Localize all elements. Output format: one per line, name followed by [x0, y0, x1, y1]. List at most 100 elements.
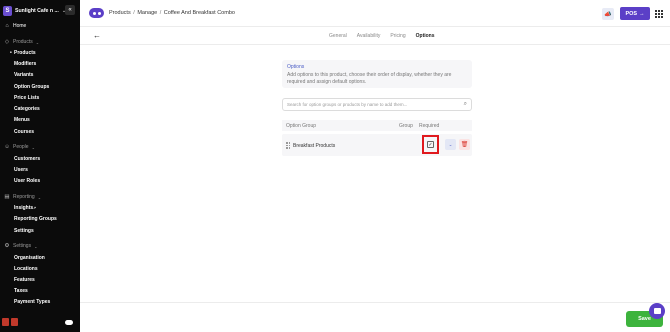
sidebar-item-variants[interactable]: Variants [0, 72, 80, 78]
options-title: Options [287, 64, 305, 70]
drag-handle-icon[interactable] [286, 142, 290, 149]
sidebar-item-categories[interactable]: Categories [0, 106, 80, 112]
chevron-down-icon: ⌄ [34, 243, 38, 249]
org-name: Sunlight Cafe n ... [15, 8, 59, 14]
column-group: Group [399, 123, 413, 129]
sidebar-item-products[interactable]: • Products [0, 50, 80, 56]
column-option-group: Option Group [286, 123, 317, 129]
sidebar-item-user-roles[interactable]: User Roles [0, 178, 80, 184]
breadcrumb: Products / Manage / Coffee And Breakfast… [109, 10, 235, 16]
breadcrumb-separator: / [159, 10, 162, 16]
sidebar-item-label: Locations [14, 266, 38, 272]
chevron-down-icon: ⌄ [31, 144, 35, 150]
sidebar-item-insights[interactable]: Insights ↗ [0, 205, 80, 211]
breadcrumb-separator: / [133, 10, 135, 16]
sidebar-section-label: Reporting [13, 194, 35, 200]
sidebar-item-label: Users [14, 167, 28, 173]
sidebar-item-label: Modifiers [14, 61, 37, 67]
expand-options-button[interactable]: ⌄ [445, 139, 456, 150]
search-icon: ⌕ [463, 101, 467, 107]
search-placeholder: Search for option groups or products by … [287, 102, 408, 107]
sidebar-item-users[interactable]: Users [0, 167, 80, 173]
tab-pricing[interactable]: Pricing [390, 33, 405, 39]
alert-icon[interactable] [11, 318, 18, 326]
tab-general[interactable]: General [329, 33, 347, 39]
sidebar-item-organisation[interactable]: Organisation [0, 255, 80, 261]
chat-support-icon[interactable] [649, 303, 665, 319]
breadcrumb-item[interactable]: Manage [137, 10, 157, 16]
sidebar-section-products[interactable]: ◇ Products ⌄ [0, 39, 80, 45]
sidebar-section-label: Settings [13, 243, 32, 249]
tab-availability[interactable]: Availability [357, 33, 381, 39]
app-logo[interactable] [89, 8, 104, 18]
sidebar-item-label: Menus [14, 117, 30, 123]
options-table-header: Option Group Group Required [282, 120, 472, 131]
megaphone-icon[interactable]: 📣 [602, 8, 614, 20]
breadcrumb-item[interactable]: Products [109, 10, 131, 16]
chevron-down-icon: ⌄ [37, 194, 42, 200]
sidebar-item-menus[interactable]: Menus [0, 117, 80, 123]
sidebar-item-modifiers[interactable]: Modifiers [0, 61, 80, 67]
sidebar-item-label: Customers [14, 156, 41, 162]
tab-options[interactable]: Options [416, 33, 435, 39]
sidebar-item-label: Categories [14, 106, 40, 112]
sidebar-item-label: Home [13, 23, 27, 29]
breadcrumb-item: Coffee And Breakfast Combo [163, 10, 235, 16]
chevron-down-icon: ⌄ [35, 39, 40, 45]
column-required: Required [419, 123, 440, 129]
sidebar-bottom-badges [2, 318, 18, 326]
apps-grid-icon[interactable] [655, 10, 663, 18]
theme-toggle[interactable] [65, 320, 73, 325]
gear-icon: ⚙ [4, 243, 10, 249]
options-description: Add options to this product, choose thei… [287, 72, 452, 85]
sidebar-item-label: Reporting Groups [14, 216, 57, 222]
sidebar-item-courses[interactable]: Courses [0, 129, 80, 135]
alert-icon[interactable] [2, 318, 9, 326]
home-icon: ⌂ [5, 23, 9, 29]
sidebar-item-payment-types[interactable]: Payment Types [0, 299, 80, 305]
table-row: Breakfast Products ✓ ⌄ 🗑 [282, 134, 472, 156]
sidebar-item-option-groups[interactable]: Option Groups [0, 84, 80, 90]
sidebar-item-label: Courses [14, 129, 35, 135]
sidebar-item-features[interactable]: Features [0, 277, 80, 283]
delete-button[interactable]: 🗑 [459, 139, 470, 150]
required-checkbox[interactable]: ✓ [427, 141, 434, 148]
sidebar-item-reporting-groups[interactable]: Reporting Groups [0, 216, 80, 222]
sidebar-section-people[interactable]: ☺ People ⌄ [0, 144, 80, 150]
sidebar-item-label: Settings [14, 228, 34, 234]
sidebar-item-taxes[interactable]: Taxes [0, 288, 80, 294]
arrow-right-icon: → [639, 10, 645, 17]
sidebar-item-reporting-settings[interactable]: Settings [0, 228, 80, 234]
sidebar-item-home[interactable]: ⌂ Home [0, 23, 80, 29]
option-search-input[interactable]: Search for option groups or products by … [282, 98, 472, 111]
back-arrow-icon[interactable]: ← [93, 31, 101, 40]
sidebar-item-customers[interactable]: Customers [0, 156, 80, 162]
sidebar-item-label: Variants [14, 72, 34, 78]
pos-button[interactable]: POS → [620, 7, 650, 20]
people-icon: ☺ [4, 144, 10, 150]
sidebar-section-reporting[interactable]: ▤ Reporting ⌄ [0, 194, 80, 200]
chart-icon: ▤ [4, 194, 10, 200]
sidebar-item-label: Features [14, 277, 35, 283]
sidebar-section-settings[interactable]: ⚙ Settings ⌄ [0, 243, 80, 249]
tag-icon: ◇ [4, 39, 10, 45]
org-avatar: S [3, 6, 12, 16]
sidebar-item-label: Option Groups [14, 84, 50, 90]
sidebar-item-locations[interactable]: Locations [0, 266, 80, 272]
sidebar-item-price-lists[interactable]: Price Lists [0, 95, 80, 101]
sidebar: S Sunlight Cafe n ... ⌄ « ⌂ Home ◇ Produ… [0, 0, 80, 332]
footer-bar: Save [80, 302, 670, 332]
sidebar-item-label: Insights [14, 205, 34, 211]
sidebar-section-label: Products [13, 39, 33, 45]
active-indicator-icon: • [10, 50, 12, 56]
sidebar-item-label: Products [14, 50, 36, 56]
product-tabs: General Availability Pricing Options [329, 33, 435, 39]
option-group-name: Breakfast Products [293, 143, 336, 149]
divider [80, 44, 670, 45]
sidebar-section-label: People [13, 144, 29, 150]
external-link-icon: ↗ [33, 206, 37, 210]
collapse-sidebar-button[interactable]: « [65, 5, 75, 15]
topbar: Products / Manage / Coffee And Breakfast… [80, 0, 670, 27]
sidebar-item-label: User Roles [14, 178, 41, 184]
sidebar-item-label: Payment Types [14, 299, 51, 305]
